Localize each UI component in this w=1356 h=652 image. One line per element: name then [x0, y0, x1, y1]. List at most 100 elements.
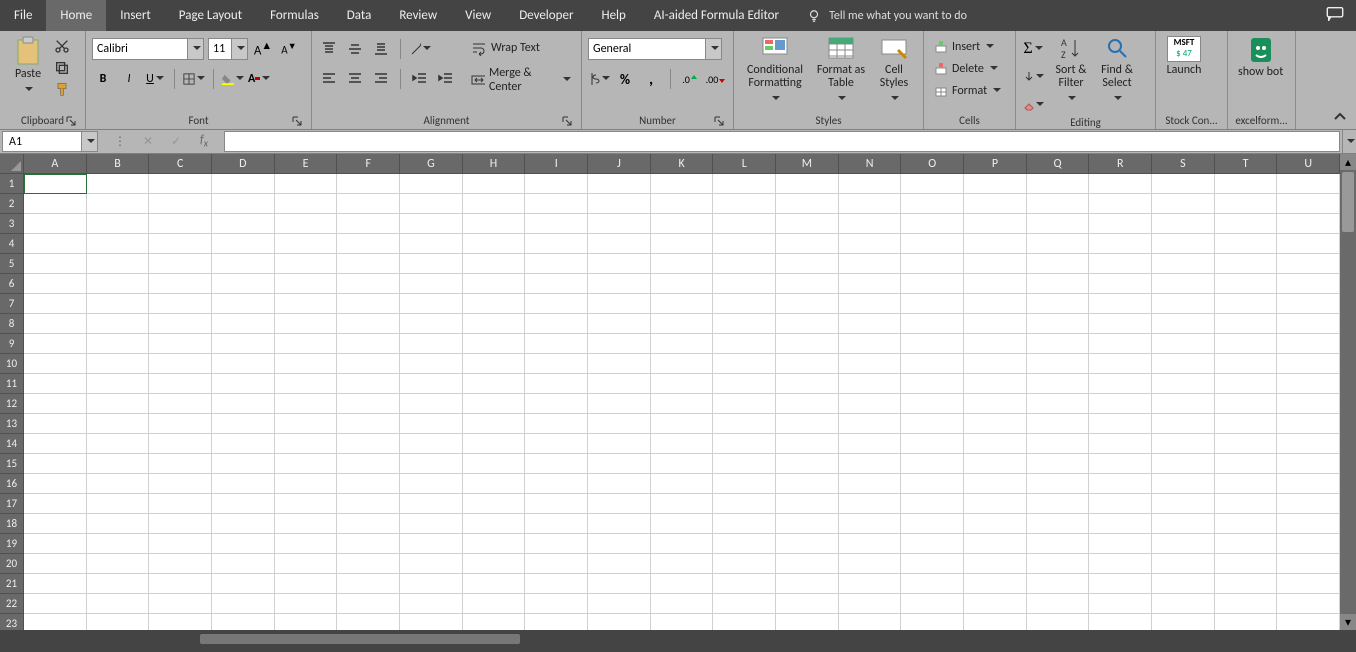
cell[interactable]: [149, 334, 212, 354]
cell[interactable]: [337, 194, 400, 214]
increase-font-icon[interactable]: A▲: [252, 38, 274, 60]
cell[interactable]: [337, 174, 400, 194]
tab-insert[interactable]: Insert: [106, 0, 165, 31]
cell[interactable]: [24, 474, 87, 494]
cell[interactable]: [1027, 574, 1090, 594]
cell[interactable]: [776, 354, 839, 374]
cell[interactable]: [1027, 334, 1090, 354]
cell[interactable]: [400, 494, 463, 514]
cell[interactable]: [1277, 434, 1340, 454]
copy-icon[interactable]: [54, 60, 70, 76]
tab-formulas[interactable]: Formulas: [256, 0, 333, 31]
tab-page-layout[interactable]: Page Layout: [165, 0, 256, 31]
cell[interactable]: [212, 174, 275, 194]
cell[interactable]: [24, 574, 87, 594]
cell[interactable]: [1215, 374, 1278, 394]
cell[interactable]: [463, 314, 526, 334]
cell[interactable]: [337, 334, 400, 354]
row-header[interactable]: 19: [0, 534, 24, 554]
cell[interactable]: [463, 574, 526, 594]
tell-me-search[interactable]: Tell me what you want to do: [793, 0, 981, 31]
cell[interactable]: [525, 594, 588, 614]
cell[interactable]: [1215, 394, 1278, 414]
cells-area[interactable]: [24, 174, 1340, 630]
cell[interactable]: [776, 254, 839, 274]
cell[interactable]: [964, 494, 1027, 514]
cell[interactable]: [400, 354, 463, 374]
column-header[interactable]: J: [588, 154, 651, 174]
column-header[interactable]: O: [901, 154, 964, 174]
cell[interactable]: [839, 194, 902, 214]
cell[interactable]: [1277, 294, 1340, 314]
cell[interactable]: [1089, 314, 1152, 334]
cell[interactable]: [651, 214, 714, 234]
cell[interactable]: [588, 194, 651, 214]
cell[interactable]: [964, 174, 1027, 194]
cell[interactable]: [1152, 594, 1215, 614]
cell[interactable]: [337, 434, 400, 454]
cell[interactable]: [776, 394, 839, 414]
cell[interactable]: [87, 554, 150, 574]
cell[interactable]: [525, 354, 588, 374]
row-header[interactable]: 14: [0, 434, 24, 454]
cell[interactable]: [964, 414, 1027, 434]
cell[interactable]: [1152, 574, 1215, 594]
cell[interactable]: [651, 574, 714, 594]
cell[interactable]: [964, 234, 1027, 254]
cell[interactable]: [651, 514, 714, 534]
wrap-text-button[interactable]: Wrap Text: [467, 38, 544, 58]
cell[interactable]: [1027, 214, 1090, 234]
cell[interactable]: [87, 474, 150, 494]
cell[interactable]: [212, 294, 275, 314]
cell[interactable]: [525, 294, 588, 314]
cell[interactable]: [839, 274, 902, 294]
cell[interactable]: [400, 574, 463, 594]
cell[interactable]: [964, 394, 1027, 414]
cell[interactable]: [149, 394, 212, 414]
cell[interactable]: [839, 534, 902, 554]
cell[interactable]: [651, 254, 714, 274]
cell[interactable]: [275, 274, 338, 294]
cell[interactable]: [463, 554, 526, 574]
cell[interactable]: [1027, 234, 1090, 254]
row-header[interactable]: 20: [0, 554, 24, 574]
cell[interactable]: [525, 274, 588, 294]
cell[interactable]: [212, 374, 275, 394]
cell[interactable]: [1152, 334, 1215, 354]
cell[interactable]: [588, 434, 651, 454]
cell[interactable]: [87, 534, 150, 554]
cell[interactable]: [776, 334, 839, 354]
cell[interactable]: [1215, 554, 1278, 574]
cell[interactable]: [651, 494, 714, 514]
cell[interactable]: [463, 594, 526, 614]
cell[interactable]: [964, 294, 1027, 314]
cell[interactable]: [713, 534, 776, 554]
cell[interactable]: [24, 254, 87, 274]
cell[interactable]: [525, 494, 588, 514]
tab-data[interactable]: Data: [333, 0, 386, 31]
cell[interactable]: [1277, 534, 1340, 554]
row-header[interactable]: 16: [0, 474, 24, 494]
cell[interactable]: [964, 554, 1027, 574]
cell[interactable]: [1089, 434, 1152, 454]
cell[interactable]: [1027, 594, 1090, 614]
cell[interactable]: [24, 494, 87, 514]
cell[interactable]: [149, 314, 212, 334]
cell[interactable]: [149, 274, 212, 294]
cell[interactable]: [525, 574, 588, 594]
expand-formula-bar-icon[interactable]: [1342, 130, 1356, 153]
cell[interactable]: [212, 234, 275, 254]
cell[interactable]: [839, 394, 902, 414]
vertical-scrollbar[interactable]: ▴ ▾: [1340, 154, 1356, 630]
cell[interactable]: [24, 394, 87, 414]
cell[interactable]: [964, 534, 1027, 554]
cell[interactable]: [87, 254, 150, 274]
row-header[interactable]: 13: [0, 414, 24, 434]
cell[interactable]: [400, 534, 463, 554]
horizontal-scrollbar-thumb[interactable]: [200, 634, 520, 644]
cell[interactable]: [901, 294, 964, 314]
cell[interactable]: [1152, 454, 1215, 474]
cell[interactable]: [1215, 334, 1278, 354]
cell[interactable]: [651, 594, 714, 614]
cell[interactable]: [1152, 434, 1215, 454]
